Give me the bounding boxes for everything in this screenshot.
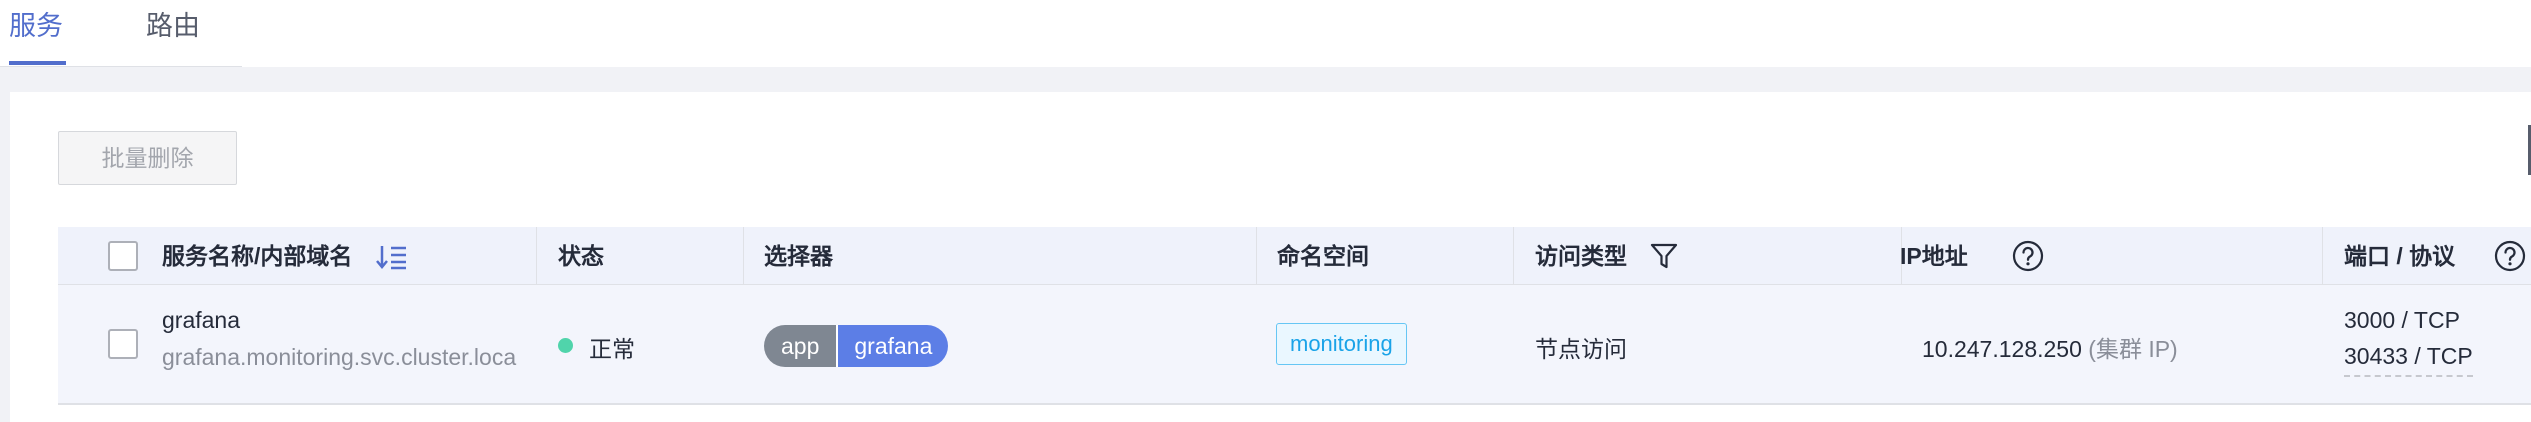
port-protocol-1: 3000 / TCP: [2344, 307, 2460, 333]
column-divider: [2322, 227, 2323, 285]
batch-delete-button[interactable]: 批量删除: [58, 131, 237, 185]
service-name-link[interactable]: grafana: [162, 307, 240, 334]
status-text: 正常: [589, 336, 635, 362]
column-divider: [1256, 227, 1257, 285]
question-circle-icon[interactable]: [2012, 240, 2044, 277]
status-dot-icon: [558, 338, 573, 353]
column-header-status: 状态: [558, 243, 604, 269]
column-header-name: 服务名称/内部域名: [162, 243, 353, 269]
sort-desc-icon[interactable]: [376, 244, 408, 275]
service-list-panel: 批量删除 服务名称/内部域名 状态 选择器 命名空间 访问类型 IP地址 端口 …: [10, 92, 2531, 422]
namespace-tag: monitoring: [1276, 323, 1407, 365]
tab-list: 服务 路由: [0, 0, 242, 67]
column-divider: [743, 227, 744, 285]
question-circle-icon[interactable]: [2494, 240, 2526, 277]
active-tab-indicator: [9, 61, 66, 65]
filter-icon[interactable]: [1649, 241, 1679, 276]
column-divider: [536, 227, 537, 285]
selector-value: grafana: [838, 325, 949, 367]
port-protocol-2[interactable]: 30433 / TCP: [2344, 343, 2473, 377]
column-header-port: 端口 / 协议: [2344, 243, 2456, 269]
ip-type-note: (集群 IP): [2088, 336, 2178, 362]
selector-key: app: [764, 325, 837, 367]
row-checkbox[interactable]: [108, 329, 138, 359]
table-row[interactable]: grafana grafana.monitoring.svc.cluster.l…: [58, 285, 2531, 405]
select-all-checkbox[interactable]: [108, 241, 138, 271]
access-type: 节点访问: [1535, 336, 1627, 362]
tab-services[interactable]: 服务: [9, 6, 63, 46]
service-table: 服务名称/内部域名 状态 选择器 命名空间 访问类型 IP地址 端口 / 协议 …: [58, 227, 2531, 405]
column-header-access-type: 访问类型: [1535, 243, 1627, 269]
selector-tag: app grafana: [764, 325, 949, 367]
column-header-ip: IP地址: [1900, 243, 1968, 269]
tabs-bar: 服务 路由: [0, 0, 2531, 67]
ip-address: 10.247.128.250: [1922, 336, 2082, 362]
ip-cell: 10.247.128.250 (集群 IP): [1922, 330, 2178, 364]
column-header-selector: 选择器: [764, 243, 833, 269]
column-divider: [1513, 227, 1514, 285]
table-header: 服务名称/内部域名 状态 选择器 命名空间 访问类型 IP地址 端口 / 协议: [58, 227, 2531, 285]
column-header-namespace: 命名空间: [1277, 243, 1369, 269]
internal-domain: grafana.monitoring.svc.cluster.loca: [162, 344, 517, 370]
tab-routes[interactable]: 路由: [146, 6, 200, 46]
